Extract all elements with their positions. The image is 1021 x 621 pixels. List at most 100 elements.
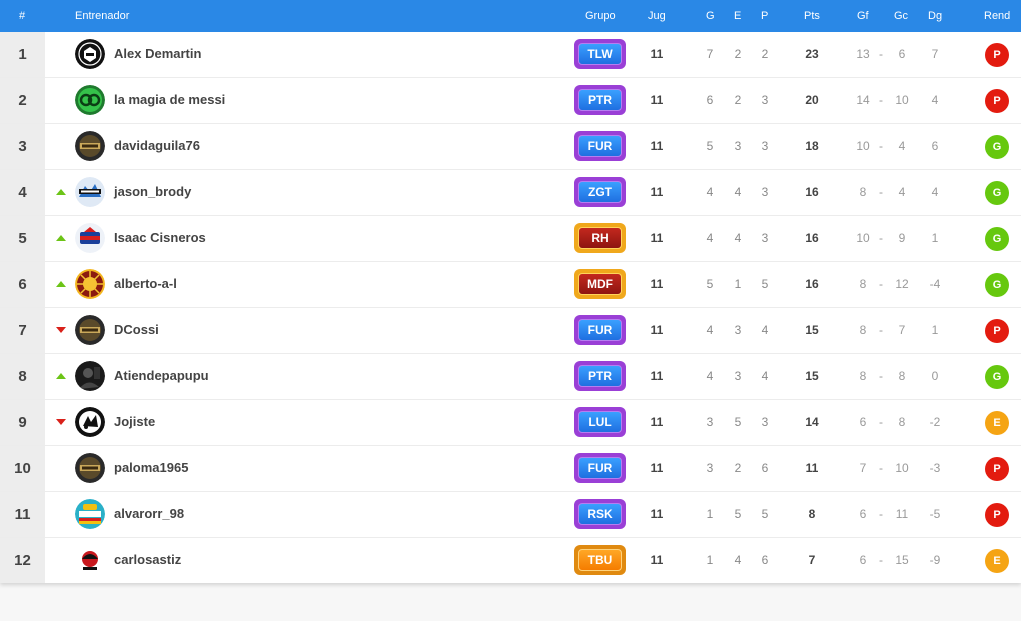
header-group[interactable]: Grupo [585, 10, 616, 22]
goals-for-value: 10 [856, 231, 870, 245]
table-row[interactable]: 9 Jojiste LUL 11 3 5 3 14 6- 8 -2 E [0, 399, 1021, 445]
table-row[interactable]: 12 carlosastiz TBU 11 1 4 6 7 6-15 -9 E [0, 537, 1021, 583]
teal-support-crest-icon[interactable] [75, 499, 105, 529]
black-white-crest-icon[interactable] [75, 407, 105, 437]
goal-difference-value: 6 [931, 139, 939, 153]
coach-name[interactable]: Atiendepapupu [114, 368, 209, 383]
lost-value: 3 [761, 93, 769, 107]
goal-difference-value: 1 [931, 231, 939, 245]
drawn-value: 4 [734, 185, 742, 199]
goals-for-value: 8 [859, 369, 867, 383]
group-badge[interactable]: FUR [574, 315, 626, 345]
table-row[interactable]: 3 davidaguila76 FUR 11 5 3 3 18 10- 4 6 G [0, 123, 1021, 169]
header-drawn[interactable]: E [734, 10, 741, 22]
played-value: 11 [650, 47, 664, 61]
played-value: 11 [650, 369, 664, 383]
won-value: 4 [706, 369, 714, 383]
sunburst-crest-icon[interactable] [75, 269, 105, 299]
group-code: FUR [578, 135, 622, 157]
coach-name[interactable]: alvarorr_98 [114, 506, 184, 521]
coach-name[interactable]: carlosastiz [114, 552, 181, 567]
drawn-value: 5 [734, 415, 742, 429]
coach-name[interactable]: Alex Demartin [114, 46, 201, 61]
group-badge[interactable]: RSK [574, 499, 626, 529]
drawn-value: 3 [734, 323, 742, 337]
performance-badge: G [985, 227, 1009, 251]
header-won[interactable]: G [706, 10, 715, 22]
header-coach[interactable]: Entrenador [75, 10, 129, 22]
coach-name[interactable]: DCossi [114, 322, 159, 337]
header-goals-against[interactable]: Gc [894, 10, 908, 22]
goals-against-value: 10 [895, 461, 909, 475]
won-value: 1 [706, 507, 714, 521]
goal-difference-value: 1 [931, 323, 939, 337]
group-badge[interactable]: MDF [574, 269, 626, 299]
group-badge[interactable]: FUR [574, 131, 626, 161]
table-row[interactable]: 2 la magia de messi PTR 11 6 2 3 20 14-10 4 P [0, 77, 1021, 123]
goals-against-value: 9 [898, 231, 906, 245]
points-value: 14 [805, 415, 819, 429]
won-value: 1 [706, 553, 714, 567]
table-row[interactable]: 1 Alex Demartin TLW 11 7 2 2 23 13- 6 7 P [0, 32, 1021, 77]
goals-against-value: 4 [898, 185, 906, 199]
blue-crest-icon[interactable] [75, 177, 105, 207]
header-goal-difference[interactable]: Dg [928, 10, 942, 22]
header-lost[interactable]: P [761, 10, 768, 22]
table-row[interactable]: 8 Atiendepapupu PTR 11 4 3 4 15 8-8 0 G [0, 353, 1021, 399]
group-badge[interactable]: FUR [574, 453, 626, 483]
goals-separator: - [879, 47, 883, 61]
group-badge[interactable]: PTR [574, 85, 626, 115]
goal-difference-value: -4 [929, 277, 941, 291]
drawn-value: 1 [734, 277, 742, 291]
row-position: 6 [0, 262, 45, 307]
table-row[interactable]: 6 alberto-a-l MDF 11 5 1 5 16 8-12 -4 G [0, 261, 1021, 307]
points-value: 11 [805, 461, 819, 475]
header-points[interactable]: Pts [804, 10, 820, 22]
performance-badge: P [985, 319, 1009, 343]
furia-crest-icon[interactable] [75, 131, 105, 161]
goals-separator: - [879, 415, 883, 429]
points-value: 18 [805, 139, 819, 153]
coach-name[interactable]: davidaguila76 [114, 138, 200, 153]
header-played[interactable]: Jug [648, 10, 666, 22]
coach-name[interactable]: Isaac Cisneros [114, 230, 206, 245]
points-value: 15 [805, 323, 819, 337]
furia-crest-icon[interactable] [75, 315, 105, 345]
header-performance[interactable]: Rend [984, 10, 1010, 22]
group-badge[interactable]: TLW [574, 39, 626, 69]
group-badge[interactable]: ZGT [574, 177, 626, 207]
lost-value: 3 [761, 415, 769, 429]
coach-name[interactable]: paloma1965 [114, 460, 188, 475]
coach-name[interactable]: jason_brody [114, 184, 191, 199]
goal-difference-value: -3 [929, 461, 941, 475]
table-row[interactable]: 5 Isaac Cisneros RH 11 4 4 3 16 10- 9 1 G [0, 215, 1021, 261]
red-blue-crest-icon[interactable] [75, 223, 105, 253]
group-code: PTR [578, 89, 622, 111]
group-badge[interactable]: TBU [574, 545, 626, 575]
table-row[interactable]: 7 DCossi FUR 11 4 3 4 15 8- 7 1 P [0, 307, 1021, 353]
table-row[interactable]: 4 jason_brody ZGT 11 4 4 3 16 8- 4 4 G [0, 169, 1021, 215]
goals-for-value: 7 [859, 461, 867, 475]
coach-name[interactable]: la magia de messi [114, 92, 225, 107]
trend-up-icon [56, 281, 66, 287]
table-row[interactable]: 10 paloma1965 FUR 11 3 2 6 11 7-10 -3 P [0, 445, 1021, 491]
green-monogram-icon[interactable] [75, 85, 105, 115]
goals-against-value: 12 [895, 277, 909, 291]
coach-name[interactable]: alberto-a-l [114, 276, 177, 291]
group-code: TBU [578, 549, 622, 571]
group-badge[interactable]: RH [574, 223, 626, 253]
won-value: 4 [706, 323, 714, 337]
group-badge[interactable]: LUL [574, 407, 626, 437]
dark-crest-icon[interactable] [75, 39, 105, 69]
table-row[interactable]: 11 alvarorr_98 RSK 11 1 5 5 8 6-11 -5 P [0, 491, 1021, 537]
header-goals-for[interactable]: Gf [857, 10, 869, 22]
dark-photo-icon[interactable] [75, 361, 105, 391]
performance-badge: G [985, 273, 1009, 297]
row-position: 2 [0, 78, 45, 123]
group-badge[interactable]: PTR [574, 361, 626, 391]
coach-name[interactable]: Jojiste [114, 414, 155, 429]
furia-crest-icon[interactable] [75, 453, 105, 483]
goal-difference-value: 0 [931, 369, 939, 383]
won-value: 3 [706, 415, 714, 429]
red-ball-crest-icon[interactable] [75, 545, 105, 575]
